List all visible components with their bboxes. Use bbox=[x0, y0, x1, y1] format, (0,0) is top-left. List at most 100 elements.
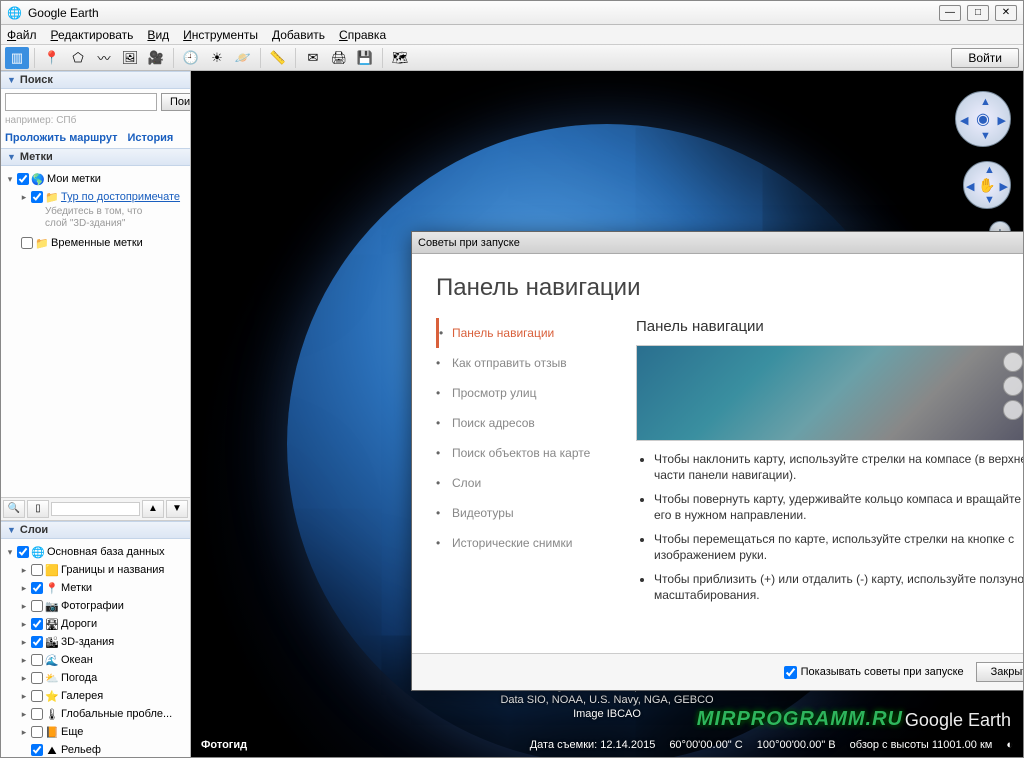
save-image-icon[interactable]: 💾 bbox=[353, 47, 377, 69]
dialog-nav-item[interactable]: Панель навигации bbox=[436, 318, 616, 348]
planet-icon[interactable]: 🪐 bbox=[231, 47, 255, 69]
expand-icon[interactable]: ▸ bbox=[19, 724, 29, 740]
expand-icon[interactable]: ▸ bbox=[19, 634, 29, 650]
layer-item[interactable]: ▸🌊Океан bbox=[5, 651, 186, 669]
places-tour[interactable]: ▸ 📁 Тур по достопримечате bbox=[5, 188, 186, 206]
places-temp-check[interactable] bbox=[21, 237, 33, 249]
places-tour-check[interactable] bbox=[31, 191, 43, 203]
layer-label[interactable]: Дороги bbox=[61, 616, 97, 632]
layers-root[interactable]: ▾ 🌐 Основная база данных bbox=[5, 543, 186, 561]
image-overlay-icon[interactable]: 🖼 bbox=[118, 47, 142, 69]
nav-look[interactable]: ✋ ▲ ▼ ◀ ▶ bbox=[963, 161, 1011, 209]
expand-icon[interactable]: ▸ bbox=[19, 189, 29, 205]
layer-label[interactable]: Границы и названия bbox=[61, 562, 164, 578]
move-down-icon[interactable]: ▼ bbox=[166, 500, 188, 518]
layer-item[interactable]: ▸⭐Галерея bbox=[5, 687, 186, 705]
dialog-nav-item[interactable]: Как отправить отзыв bbox=[436, 348, 616, 378]
layer-check[interactable] bbox=[31, 690, 43, 702]
ruler-icon[interactable]: 📏 bbox=[266, 47, 290, 69]
layer-check[interactable] bbox=[31, 708, 43, 720]
layers-panel-header[interactable]: Слои bbox=[1, 521, 190, 539]
dialog-nav-item[interactable]: Поиск адресов bbox=[436, 408, 616, 438]
nav-compass[interactable]: ◉ ▲ ▼ ◀ ▶ bbox=[955, 91, 1011, 147]
print-icon[interactable]: 🖨 bbox=[327, 47, 351, 69]
sunlight-icon[interactable]: ☀ bbox=[205, 47, 229, 69]
collapse-icon[interactable]: ▾ bbox=[5, 544, 15, 560]
layer-check[interactable] bbox=[31, 672, 43, 684]
places-root-check[interactable] bbox=[17, 173, 29, 185]
dialog-nav-item[interactable]: Поиск объектов на карте bbox=[436, 438, 616, 468]
map-viewport[interactable]: ◉ ▲ ▼ ◀ ▶ ✋ ▲ ▼ ◀ ▶ + − Image Landsat / … bbox=[191, 71, 1023, 757]
placemark-icon[interactable]: 📍 bbox=[40, 47, 64, 69]
dialog-close-button[interactable]: Закрыть bbox=[976, 662, 1023, 682]
view-maps-icon[interactable]: 🗺 bbox=[388, 47, 412, 69]
menu-file[interactable]: Файл bbox=[7, 28, 37, 42]
places-view-icon[interactable]: ▯ bbox=[27, 500, 49, 518]
show-tips-checkbox[interactable] bbox=[784, 666, 797, 679]
search-input[interactable] bbox=[5, 93, 157, 111]
expand-icon[interactable]: ▸ bbox=[19, 598, 29, 614]
show-tips-checkbox-label[interactable]: Показывать советы при запуске bbox=[784, 666, 964, 679]
menu-add[interactable]: Добавить bbox=[272, 28, 325, 42]
search-places-icon[interactable]: 🔍 bbox=[3, 500, 25, 518]
close-button[interactable]: ✕ bbox=[995, 5, 1017, 21]
search-panel-header[interactable]: Поиск bbox=[1, 71, 190, 89]
layer-item[interactable]: ▸📷Фотографии bbox=[5, 597, 186, 615]
layer-label[interactable]: Еще bbox=[61, 724, 83, 740]
opacity-slider[interactable] bbox=[51, 502, 140, 516]
dialog-titlebar[interactable]: Советы при запуске ✕ bbox=[412, 232, 1023, 254]
layer-item[interactable]: ▸🛣Дороги bbox=[5, 615, 186, 633]
expand-icon[interactable]: ▸ bbox=[19, 688, 29, 704]
menu-tools[interactable]: Инструменты bbox=[183, 28, 258, 42]
dialog-nav-item[interactable]: Слои bbox=[436, 468, 616, 498]
layers-root-check[interactable] bbox=[17, 546, 29, 558]
layer-item[interactable]: ⛰Рельеф bbox=[5, 741, 186, 758]
places-panel-header[interactable]: Метки bbox=[1, 148, 190, 166]
layer-check[interactable] bbox=[31, 636, 43, 648]
layer-label[interactable]: Метки bbox=[61, 580, 92, 596]
layer-label[interactable]: 3D-здания bbox=[61, 634, 114, 650]
expand-icon[interactable] bbox=[19, 742, 29, 758]
path-icon[interactable]: 〰 bbox=[92, 47, 116, 69]
layer-label[interactable]: Погода bbox=[61, 670, 97, 686]
layer-check[interactable] bbox=[31, 564, 43, 576]
layer-item[interactable]: ▸🌡Глобальные пробле... bbox=[5, 705, 186, 723]
maximize-button[interactable]: □ bbox=[967, 5, 989, 21]
move-up-icon[interactable]: ▲ bbox=[142, 500, 164, 518]
expand-icon[interactable]: ▸ bbox=[19, 652, 29, 668]
layer-check[interactable] bbox=[31, 744, 43, 756]
layer-item[interactable]: ▸⛅Погода bbox=[5, 669, 186, 687]
dialog-nav-item[interactable]: Просмотр улиц bbox=[436, 378, 616, 408]
places-root[interactable]: ▾ 🌎 Мои метки bbox=[5, 170, 186, 188]
history-link[interactable]: История bbox=[127, 132, 173, 144]
layer-check[interactable] bbox=[31, 654, 43, 666]
layer-check[interactable] bbox=[31, 726, 43, 738]
layer-label[interactable]: Галерея bbox=[61, 688, 103, 704]
layer-item[interactable]: ▸🟨Границы и названия bbox=[5, 561, 186, 579]
layer-label[interactable]: Глобальные пробле... bbox=[61, 706, 172, 722]
layer-label[interactable]: Океан bbox=[61, 652, 93, 668]
collapse-icon[interactable]: ▾ bbox=[5, 171, 15, 187]
minimize-button[interactable]: — bbox=[939, 5, 961, 21]
route-link[interactable]: Проложить маршрут bbox=[5, 132, 117, 144]
polygon-icon[interactable]: ⬠ bbox=[66, 47, 90, 69]
expand-icon[interactable]: ▸ bbox=[19, 706, 29, 722]
menu-help[interactable]: Справка bbox=[339, 28, 386, 42]
expand-icon[interactable]: ▸ bbox=[19, 670, 29, 686]
sidebar-toggle-icon[interactable]: ▥ bbox=[5, 47, 29, 69]
menu-view[interactable]: Вид bbox=[147, 28, 169, 42]
dialog-nav-item[interactable]: Исторические снимки bbox=[436, 528, 616, 558]
email-icon[interactable]: ✉ bbox=[301, 47, 325, 69]
places-temp[interactable]: 📁 Временные метки bbox=[5, 234, 186, 252]
layer-label[interactable]: Рельеф bbox=[61, 742, 101, 758]
layer-item[interactable]: ▸📍Метки bbox=[5, 579, 186, 597]
record-tour-icon[interactable]: 🎥 bbox=[144, 47, 168, 69]
expand-icon[interactable]: ▸ bbox=[19, 580, 29, 596]
search-button[interactable]: Поиск bbox=[161, 93, 191, 111]
layer-check[interactable] bbox=[31, 618, 43, 630]
layer-item[interactable]: ▸🏙3D-здания bbox=[5, 633, 186, 651]
layer-check[interactable] bbox=[31, 600, 43, 612]
layer-item[interactable]: ▸📙Еще bbox=[5, 723, 186, 741]
layer-label[interactable]: Фотографии bbox=[61, 598, 124, 614]
login-button[interactable]: Войти bbox=[951, 48, 1019, 68]
